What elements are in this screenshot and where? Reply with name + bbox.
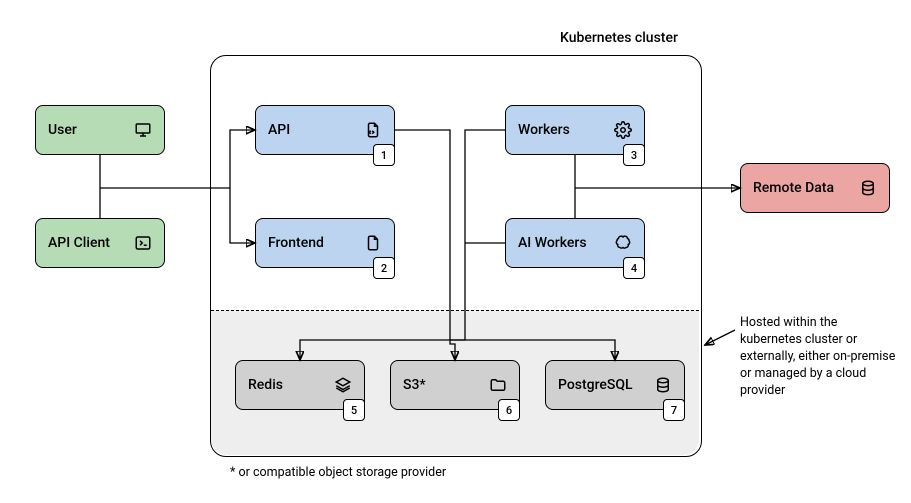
database-icon xyxy=(859,179,877,197)
node-redis: Redis 5 xyxy=(235,360,365,410)
cluster-label: Kubernetes cluster xyxy=(560,30,678,46)
node-badge: 3 xyxy=(623,144,645,166)
node-api: API 1 xyxy=(255,105,395,155)
database-icon xyxy=(654,376,672,394)
folder-icon xyxy=(489,376,507,394)
node-label: Workers xyxy=(518,122,570,138)
node-label: User xyxy=(48,122,77,138)
monitor-icon xyxy=(134,121,152,139)
node-label: API xyxy=(268,122,290,138)
gear-icon xyxy=(614,121,632,139)
node-api-client: API Client xyxy=(35,218,165,268)
node-postgres: PostgreSQL 7 xyxy=(545,360,685,410)
node-badge: 7 xyxy=(663,399,685,421)
node-label: Remote Data xyxy=(753,180,834,196)
node-label: S3* xyxy=(403,377,426,393)
node-badge: 6 xyxy=(498,399,520,421)
node-badge: 4 xyxy=(623,257,645,279)
node-frontend: Frontend 2 xyxy=(255,218,395,268)
node-label: Frontend xyxy=(268,235,324,251)
layers-icon xyxy=(334,376,352,394)
node-badge: 2 xyxy=(373,257,395,279)
node-label: Redis xyxy=(248,377,283,393)
node-remote-data: Remote Data xyxy=(740,163,890,213)
terminal-icon xyxy=(134,234,152,252)
code-file-icon xyxy=(364,121,382,139)
node-badge: 1 xyxy=(373,144,395,166)
annotation-text: Hosted within the kubernetes cluster or … xyxy=(740,315,900,399)
brain-icon xyxy=(614,234,632,252)
architecture-diagram: Kubernetes cluster User API Client API 1… xyxy=(0,0,911,503)
node-label: PostgreSQL xyxy=(558,377,633,393)
node-s3: S3* 6 xyxy=(390,360,520,410)
node-label: API Client xyxy=(48,235,110,251)
file-icon xyxy=(364,234,382,252)
node-user: User xyxy=(35,105,165,155)
node-ai-workers: AI Workers 4 xyxy=(505,218,645,268)
node-badge: 5 xyxy=(343,399,365,421)
footnote-text: * or compatible object storage provider xyxy=(230,465,446,480)
node-label: AI Workers xyxy=(518,235,587,251)
node-workers: Workers 3 xyxy=(505,105,645,155)
